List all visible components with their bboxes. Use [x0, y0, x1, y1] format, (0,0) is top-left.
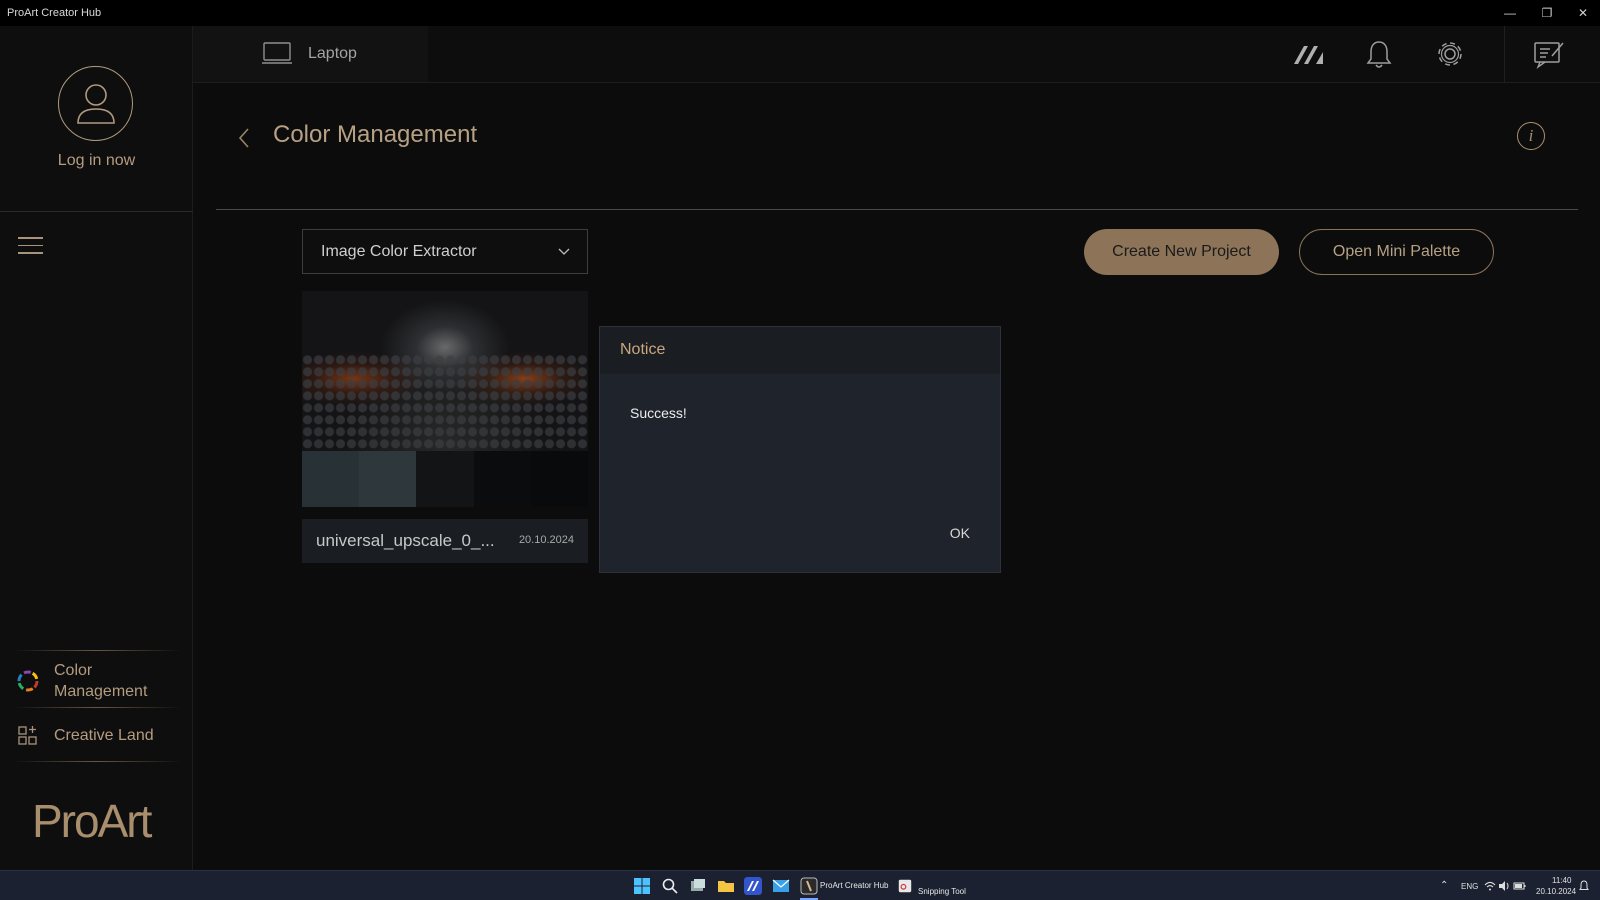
tray-overflow-icon[interactable]: ⌃	[1440, 880, 1448, 891]
top-bar: Laptop	[193, 26, 1600, 83]
battery-icon[interactable]	[1513, 880, 1526, 892]
laptop-icon	[262, 42, 292, 64]
sidebar-item-creative-land[interactable]: Creative Land	[16, 723, 186, 747]
dialog-message: Success!	[630, 405, 687, 421]
swatch	[416, 451, 474, 507]
back-arrow-icon[interactable]	[237, 127, 251, 149]
select-value: Image Color Extractor	[321, 243, 477, 260]
window-titlebar: ProArt Creator Hub — ❐ ✕	[0, 0, 1600, 26]
topbar-divider	[1504, 26, 1505, 82]
restore-icon[interactable]: ❐	[1537, 4, 1557, 22]
volume-icon[interactable]	[1498, 880, 1510, 892]
project-name: universal_upscale_0_...	[316, 531, 495, 550]
task-view-icon[interactable]	[689, 877, 707, 895]
nav-divider	[12, 761, 182, 762]
ok-button[interactable]: OK	[950, 525, 970, 541]
minimize-icon[interactable]: —	[1500, 4, 1520, 22]
window-title: ProArt Creator Hub	[7, 7, 102, 19]
sidebar-divider	[0, 211, 193, 212]
sidebar-item-color-management[interactable]: Color Management	[16, 660, 186, 702]
clock-time[interactable]: 11:40	[1552, 876, 1571, 885]
project-card-footer: universal_upscale_0_... 20.10.2024	[302, 519, 588, 563]
snipping-tool-icon[interactable]	[898, 879, 912, 893]
device-label: Laptop	[308, 45, 357, 62]
info-icon[interactable]: i	[1517, 122, 1545, 150]
login-link[interactable]: Log in now	[0, 152, 193, 170]
sidebar: Log in now Color Management Creative Lan…	[0, 26, 193, 870]
search-icon[interactable]	[661, 877, 679, 895]
sidebar-item-label: Creative Land	[54, 726, 154, 744]
palette-swatches	[302, 451, 589, 507]
language-indicator[interactable]: ENG	[1461, 882, 1478, 891]
project-date: 20.10.2024	[518, 534, 574, 546]
proart-app-icon[interactable]	[800, 877, 818, 895]
project-card[interactable]: universal_upscale_0_... 20.10.2024	[302, 291, 589, 563]
armoury-logo-icon[interactable]	[1292, 38, 1326, 70]
nav-divider	[12, 707, 182, 708]
clock-date[interactable]: 20.10.2024	[1536, 887, 1576, 896]
swatch	[473, 451, 531, 507]
armoury-crate-icon[interactable]	[744, 877, 762, 895]
project-thumbnail	[302, 291, 588, 451]
close-icon[interactable]: ✕	[1573, 4, 1593, 22]
page-title: Color Management	[273, 121, 478, 148]
device-tab[interactable]: Laptop	[193, 26, 428, 82]
chevron-down-icon	[558, 248, 570, 255]
gear-icon[interactable]	[1433, 38, 1467, 70]
taskbar-snipping-tool[interactable]: Snipping Tool	[918, 887, 966, 896]
file-explorer-icon[interactable]	[717, 877, 735, 895]
wifi-icon[interactable]	[1484, 880, 1496, 892]
swatch	[530, 451, 589, 507]
grid-plus-icon	[18, 726, 37, 745]
user-icon	[77, 84, 115, 124]
taskbar-active-app[interactable]: ProArt Creator Hub	[820, 881, 888, 890]
color-wheel-icon	[17, 670, 39, 692]
mail-icon[interactable]	[772, 877, 790, 895]
swatch	[359, 451, 417, 507]
proart-logo: ProArt	[32, 795, 152, 847]
bell-icon[interactable]	[1362, 38, 1396, 70]
windows-start-icon[interactable]	[633, 877, 651, 895]
taskbar: ProArt Creator Hub Snipping Tool ⌃ ENG 1…	[0, 870, 1600, 900]
swatch	[302, 451, 360, 507]
dialog-title: Notice	[620, 341, 666, 358]
create-new-project-button[interactable]: Create New Project	[1084, 229, 1279, 275]
header-divider	[216, 209, 1578, 210]
sidebar-item-label: Color Management	[54, 662, 148, 700]
nav-divider	[12, 650, 182, 651]
extractor-mode-select[interactable]: Image Color Extractor	[302, 229, 588, 274]
open-mini-palette-button[interactable]: Open Mini Palette	[1299, 229, 1494, 275]
hamburger-icon[interactable]	[18, 237, 43, 257]
feedback-icon[interactable]	[1532, 38, 1566, 70]
notice-dialog: Notice Success! OK	[599, 326, 1001, 573]
avatar[interactable]	[58, 66, 133, 141]
notification-bell-icon[interactable]	[1578, 880, 1590, 892]
dialog-header: Notice	[600, 327, 1000, 374]
